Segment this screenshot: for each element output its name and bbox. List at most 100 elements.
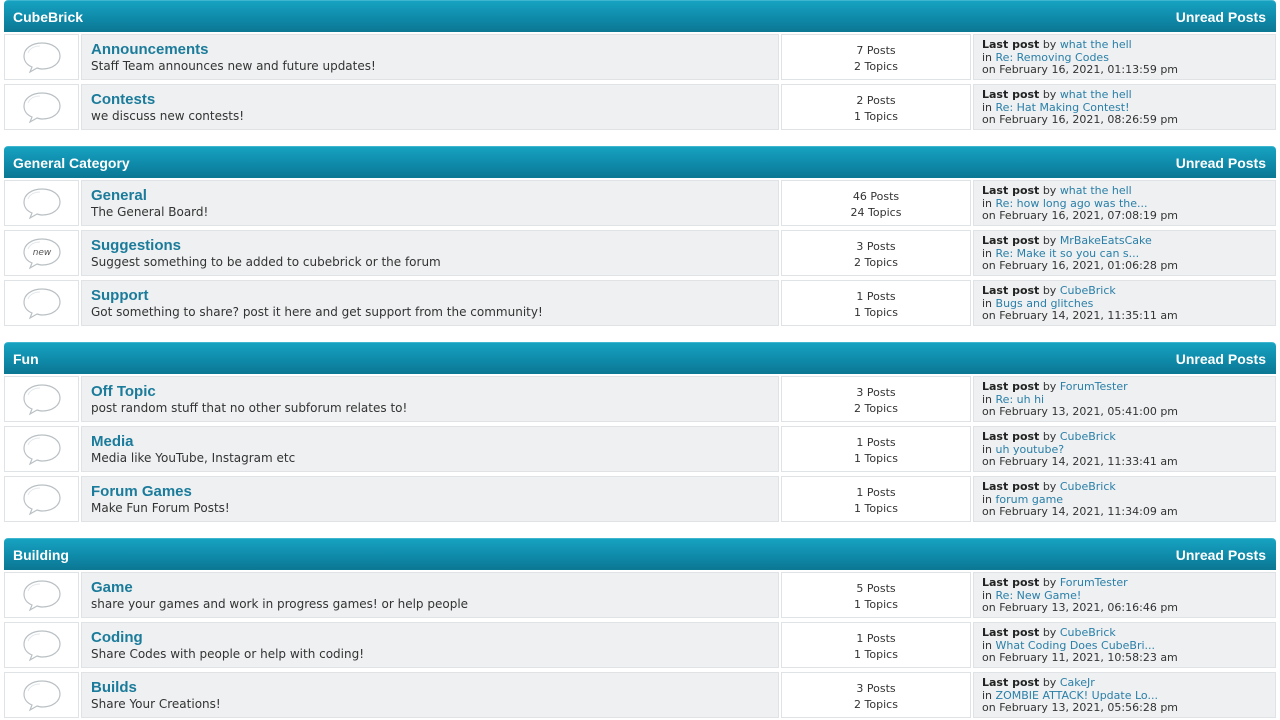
last-post-topic-link[interactable]: What Coding Does CubeBri... (996, 639, 1156, 652)
category-title[interactable]: Fun (13, 351, 39, 367)
last-post-info: Last post by CubeBrick in uh youtube? on F… (973, 426, 1276, 472)
last-post-topic-link[interactable]: Re: New Game! (996, 589, 1082, 602)
bubble-icon[interactable] (4, 672, 79, 718)
last-post-label: Last post (982, 234, 1040, 247)
last-post-user-link[interactable]: CubeBrick (1060, 284, 1116, 297)
last-post-label: Last post (982, 576, 1040, 589)
last-post-user-link[interactable]: MrBakeEatsCake (1060, 234, 1152, 247)
bubble-icon[interactable] (4, 376, 79, 422)
board-info: Announcements Staff Team announces new an… (81, 34, 779, 80)
last-post-topic-link[interactable]: uh youtube? (996, 443, 1065, 456)
last-post-topic-link[interactable]: Re: how long ago was the... (996, 197, 1148, 210)
last-post-date: February 14, 2021, 11:35:11 am (999, 309, 1178, 323)
category-title[interactable]: Building (13, 547, 69, 563)
board-name-link[interactable]: Support (91, 287, 769, 304)
board-stats: 3 Posts 2 Topics (781, 376, 971, 422)
board-name-link[interactable]: General (91, 187, 769, 204)
by-label: by (1042, 676, 1057, 689)
bubble-icon[interactable] (4, 572, 79, 618)
last-post-topic-link[interactable]: forum game (996, 493, 1064, 506)
topics-count: 1 Topics (854, 110, 898, 123)
board-name-link[interactable]: Off Topic (91, 383, 769, 400)
last-post-date-line: on February 14, 2021, 11:34:09 am (982, 506, 1267, 519)
board-stats: 3 Posts 2 Topics (781, 230, 971, 276)
by-label: by (1042, 380, 1057, 393)
unread-posts-link[interactable]: Unread Posts (1176, 547, 1266, 563)
on-label: on (982, 113, 996, 127)
last-post-topic-link[interactable]: ZOMBIE ATTACK! Update Lo... (996, 689, 1158, 702)
board-description: Suggest something to be added to cubebri… (91, 255, 441, 269)
by-label: by (1042, 576, 1057, 589)
last-post-topic-link[interactable]: Bugs and glitches (996, 297, 1094, 310)
board-info: Forum Games Make Fun Forum Posts! (81, 476, 779, 522)
last-post-topic-link[interactable]: Re: Removing Codes (996, 51, 1109, 64)
board-name-link[interactable]: Suggestions (91, 237, 769, 254)
last-post-date-line: on February 16, 2021, 07:08:19 pm (982, 210, 1267, 223)
board-stats: 3 Posts 2 Topics (781, 672, 971, 718)
last-post-user-link[interactable]: CubeBrick (1060, 626, 1116, 639)
category-title[interactable]: General Category (13, 155, 130, 171)
last-post-user-link[interactable]: what the hell (1060, 88, 1132, 101)
last-post-info: Last post by what the hell in Re: Hat Mak… (973, 84, 1276, 130)
unread-posts-link[interactable]: Unread Posts (1176, 351, 1266, 367)
board-name-link[interactable]: Media (91, 433, 769, 450)
bubble-icon[interactable] (4, 84, 79, 130)
last-post-user-link[interactable]: CubeBrick (1060, 430, 1116, 443)
board-stats: 1 Posts 1 Topics (781, 476, 971, 522)
last-post-topic-link[interactable]: Re: uh hi (996, 393, 1045, 406)
bubble-icon[interactable] (4, 622, 79, 668)
last-post-info: Last post by CubeBrick in Bugs and glitch… (973, 280, 1276, 326)
last-post-user-link[interactable]: CakeJr (1060, 676, 1095, 689)
by-label: by (1042, 480, 1057, 493)
category-title[interactable]: CubeBrick (13, 9, 83, 25)
board-name-link[interactable]: Coding (91, 629, 769, 646)
last-post-user-link[interactable]: what the hell (1060, 184, 1132, 197)
board-info: Coding Share Codes with people or help wi… (81, 622, 779, 668)
board-description: Share Your Creations! (91, 697, 221, 711)
last-post-date: February 13, 2021, 05:41:00 pm (999, 405, 1179, 419)
board-info: Off Topic post random stuff that no other… (81, 376, 779, 422)
category-header: General Category Unread Posts (4, 146, 1276, 178)
last-post-user-link[interactable]: ForumTester (1060, 380, 1128, 393)
board-name-link[interactable]: Builds (91, 679, 769, 696)
on-label: on (982, 651, 996, 665)
last-post-date-line: on February 14, 2021, 11:33:41 am (982, 456, 1267, 469)
unread-posts-link[interactable]: Unread Posts (1176, 155, 1266, 171)
last-post-label: Last post (982, 626, 1040, 639)
in-label: in (982, 492, 993, 506)
last-post-info: Last post by what the hell in Re: how lon… (973, 180, 1276, 226)
by-label: by (1042, 88, 1057, 101)
bubble-icon[interactable] (4, 476, 79, 522)
last-post-label: Last post (982, 430, 1040, 443)
board-description: Share Codes with people or help with cod… (91, 647, 365, 661)
on-label: on (982, 701, 996, 715)
last-post-topic-link[interactable]: Re: Make it so you can s... (996, 247, 1140, 260)
last-post-date-line: on February 11, 2021, 10:58:23 am (982, 652, 1267, 665)
bubble-icon[interactable] (4, 280, 79, 326)
bubble-icon[interactable] (4, 180, 79, 226)
bubble-icon[interactable] (4, 34, 79, 80)
bubble-icon[interactable] (4, 426, 79, 472)
last-post-user-link[interactable]: what the hell (1060, 38, 1132, 51)
board-stats: 5 Posts 1 Topics (781, 572, 971, 618)
last-post-date: February 16, 2021, 07:08:19 pm (999, 209, 1179, 223)
board-name-link[interactable]: Game (91, 579, 769, 596)
board-row: Media Media like YouTube, Instagram etc 1 … (4, 424, 1276, 474)
last-post-date-line: on February 13, 2021, 06:16:46 pm (982, 602, 1267, 615)
last-post-topic-link[interactable]: Re: Hat Making Contest! (996, 101, 1130, 114)
board-name-link[interactable]: Announcements (91, 41, 769, 58)
last-post-user-link[interactable]: CubeBrick (1060, 480, 1116, 493)
board-info: Suggestions Suggest something to be added… (81, 230, 779, 276)
category-0: CubeBrick Unread Posts Announcements Staff … (4, 0, 1276, 132)
bubble-new-icon[interactable]: new (4, 230, 79, 276)
last-post-date: February 14, 2021, 11:33:41 am (999, 455, 1178, 469)
unread-posts-link[interactable]: Unread Posts (1176, 9, 1266, 25)
in-label: in (982, 100, 993, 114)
board-name-link[interactable]: Contests (91, 91, 769, 108)
board-name-link[interactable]: Forum Games (91, 483, 769, 500)
last-post-date: February 14, 2021, 11:34:09 am (999, 505, 1178, 519)
in-label: in (982, 196, 993, 210)
last-post-date: February 11, 2021, 10:58:23 am (999, 651, 1178, 665)
last-post-user-link[interactable]: ForumTester (1060, 576, 1128, 589)
board-stats: 1 Posts 1 Topics (781, 426, 971, 472)
